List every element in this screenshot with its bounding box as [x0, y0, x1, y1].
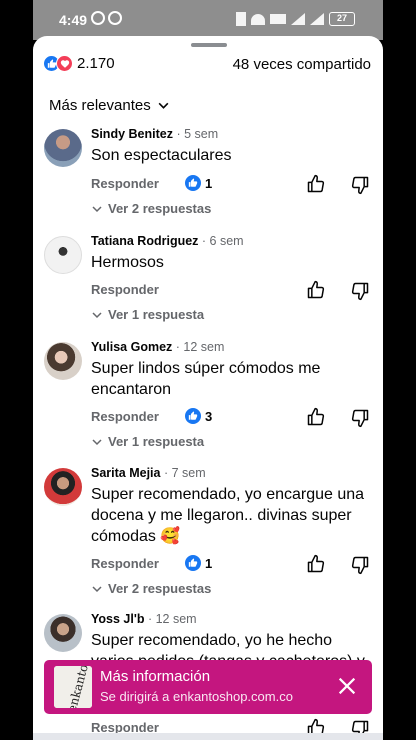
banner-subtitle: Se dirigirá a enkantoshop.com.co	[100, 689, 293, 704]
chevron-down-icon	[158, 102, 169, 109]
avatar[interactable]	[44, 342, 82, 380]
comment-text: Super lindos súper cómodos me encantaron	[91, 360, 321, 398]
view-replies-button[interactable]: Ver 1 respuesta	[91, 307, 204, 322]
volte-icon	[270, 14, 286, 24]
view-replies-button[interactable]: Ver 2 respuestas	[91, 581, 211, 596]
comment-header: Sarita Mejia · 7 sem	[91, 466, 206, 480]
battery-icon: 27	[329, 12, 355, 26]
status-notification-icons	[91, 11, 122, 25]
like-icon	[185, 555, 201, 571]
comments-sheet: 2.170 48 veces compartido Más relevantes…	[33, 36, 383, 740]
reply-button[interactable]: Responder	[91, 556, 159, 571]
avatar[interactable]	[44, 468, 82, 506]
comment-text: Son espectaculares	[91, 147, 232, 164]
chevron-down-icon	[92, 205, 102, 212]
chevron-down-icon	[92, 438, 102, 445]
avatar[interactable]	[44, 129, 82, 167]
signal-icon	[291, 13, 305, 25]
comment-actions: Responder 3	[91, 407, 381, 429]
sort-dropdown[interactable]: Más relevantes	[49, 97, 170, 114]
thumbs-down-icon[interactable]	[350, 408, 370, 428]
thumbs-up-icon[interactable]	[306, 280, 326, 300]
status-time: 4:49	[59, 12, 88, 28]
comment-time: 12 sem	[155, 612, 197, 626]
clock-icon	[108, 11, 122, 25]
comment-author[interactable]: Yoss Jl'b	[91, 612, 144, 626]
screen-frame-left	[0, 0, 33, 740]
view-replies-label: Ver 2 respuestas	[108, 581, 212, 596]
view-replies-label: Ver 1 respuesta	[108, 307, 205, 322]
thumbs-up-icon[interactable]	[306, 174, 326, 194]
comment-author[interactable]: Sindy Benitez	[91, 127, 173, 141]
more-info-banner[interactable]: enkanto Más información Se dirigirá a en…	[44, 660, 372, 714]
enkanto-logo-image: enkanto	[54, 666, 92, 708]
like-icon	[185, 175, 201, 191]
comment-author[interactable]: Sarita Mejia	[91, 466, 160, 480]
comment-input-area	[33, 733, 383, 740]
comment-author[interactable]: Tatiana Rodriguez	[91, 234, 198, 248]
comment-actions: Responder	[91, 280, 381, 302]
close-icon[interactable]	[336, 675, 358, 697]
comment-like-count[interactable]: 1	[185, 555, 212, 571]
alarm-icon	[91, 11, 105, 25]
thumbs-down-icon[interactable]	[350, 555, 370, 575]
comment-time: 6 sem	[209, 234, 244, 248]
like-count-value: 3	[205, 408, 213, 424]
comment-actions: Responder 1	[91, 554, 381, 576]
reactions-summary[interactable]: 2.170	[43, 55, 115, 72]
reply-button[interactable]: Responder	[91, 409, 159, 424]
view-replies-button[interactable]: Ver 1 respuesta	[91, 434, 204, 449]
reaction-count: 2.170	[77, 55, 115, 72]
status-bar: 4:49 27	[33, 0, 383, 40]
comment-time: 5 sem	[184, 127, 219, 141]
share-count[interactable]: 48 veces compartido	[233, 56, 371, 73]
avatar[interactable]	[44, 236, 82, 274]
comment-like-count[interactable]: 1	[185, 175, 212, 191]
banner-title: Más información	[100, 668, 211, 685]
sort-label: Más relevantes	[49, 97, 151, 114]
comment-text: Super recomendado, yo encargue una docen…	[91, 486, 365, 545]
sheet-drag-handle[interactable]	[191, 43, 227, 47]
reply-button[interactable]: Responder	[91, 282, 159, 297]
status-system-icons: 27	[236, 12, 355, 26]
thumbs-up-icon[interactable]	[306, 407, 326, 427]
thumbs-up-icon[interactable]	[306, 554, 326, 574]
comment-header: Yulisa Gomez · 12 sem	[91, 340, 225, 354]
like-icon	[185, 408, 201, 424]
comment-text: Hermosos	[91, 254, 164, 271]
love-icon	[56, 55, 73, 72]
view-replies-button[interactable]: Ver 2 respuestas	[91, 201, 211, 216]
view-replies-label: Ver 2 respuestas	[108, 201, 212, 216]
reply-button[interactable]: Responder	[91, 176, 159, 191]
like-count-value: 1	[205, 175, 213, 191]
comment-author[interactable]: Yulisa Gomez	[91, 340, 172, 354]
avatar[interactable]	[44, 614, 82, 652]
comment-time: 12 sem	[183, 340, 225, 354]
signal-icon-2	[310, 13, 324, 25]
comment-time: 7 sem	[171, 466, 206, 480]
comment-header: Yoss Jl'b · 12 sem	[91, 612, 197, 626]
comment-like-count[interactable]: 3	[185, 408, 212, 424]
screen-frame-right	[383, 0, 416, 740]
comment-actions: Responder 1	[91, 174, 381, 196]
vibrate-icon	[236, 12, 246, 26]
like-count-value: 1	[205, 555, 213, 571]
chevron-down-icon	[92, 585, 102, 592]
comment-header: Sindy Benitez · 5 sem	[91, 127, 219, 141]
chevron-down-icon	[92, 311, 102, 318]
wifi-icon	[251, 13, 265, 25]
comment-header: Tatiana Rodriguez · 6 sem	[91, 234, 244, 248]
thumbs-down-icon[interactable]	[350, 175, 370, 195]
view-replies-label: Ver 1 respuesta	[108, 434, 205, 449]
banner-thumbnail: enkanto	[54, 666, 92, 708]
thumbs-down-icon[interactable]	[350, 281, 370, 301]
